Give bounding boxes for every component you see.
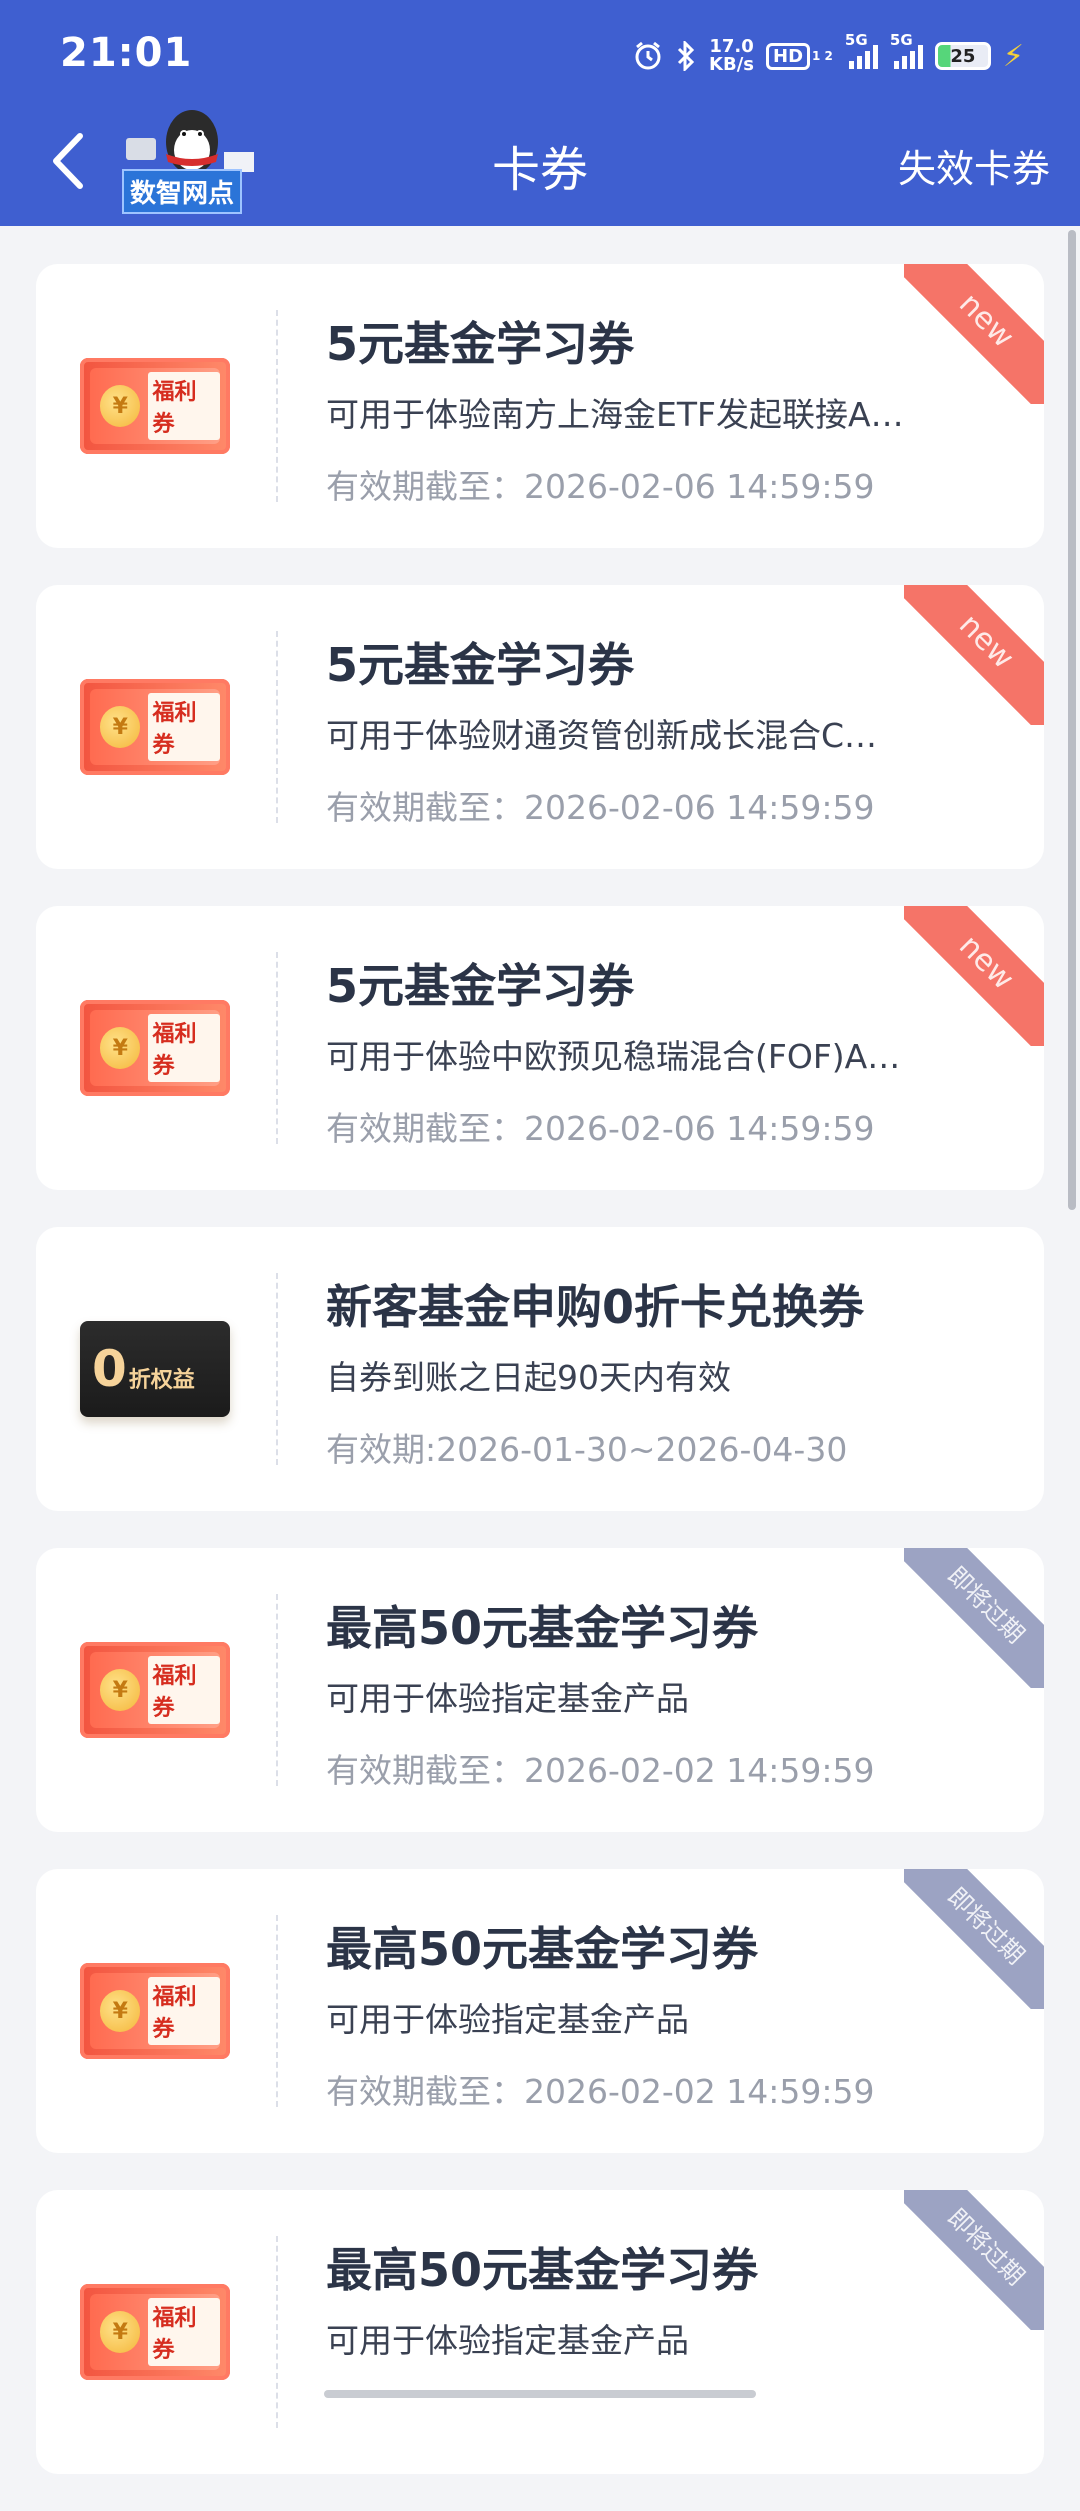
coupon-title: 5元基金学习券: [326, 317, 635, 371]
thumb-label: 福利券: [148, 1977, 220, 2045]
coupon-description: 可用于体验南方上海金ETF发起联接A…: [326, 395, 904, 434]
new-badge: new: [904, 264, 1044, 404]
corner-ribbon: new: [904, 585, 1044, 725]
coupon-description: 可用于体验财通资管创新成长混合C…: [326, 716, 878, 755]
net-speed: 17.0 KB/s: [709, 38, 754, 74]
thumb-label: 福利券: [148, 372, 220, 440]
coupon-validity: 有效期截至：2026-02-06 14:59:59: [326, 467, 875, 506]
signal-2-label: 5G: [889, 31, 913, 49]
expiring-badge: 即将过期: [904, 1869, 1044, 2009]
coupon-card[interactable]: ¥ 福利券 最高50元基金学习券 可用于体验指定基金产品 有效期截至：2026-…: [36, 1869, 1044, 2153]
alarm-icon: [633, 41, 663, 71]
coupon-validity: 有效期:2026-01-30~2026-04-30: [326, 1430, 848, 1469]
new-badge: new: [904, 585, 1044, 725]
bolt-icon: ⚡: [1002, 38, 1024, 74]
coupon-validity: 有效期截至：2026-02-06 14:59:59: [326, 788, 875, 827]
corner-ribbon: new: [904, 906, 1044, 1046]
coupon-description: 可用于体验指定基金产品: [326, 2321, 689, 2360]
net-speed-unit: KB/s: [709, 54, 755, 75]
expiring-badge: 即将过期: [904, 2190, 1044, 2330]
thumb-label: 福利券: [148, 1014, 220, 1082]
coupon-validity: 有效期截至：2026-02-02 14:59:59: [326, 1751, 875, 1790]
hd-icon: HD 1 2: [766, 42, 833, 70]
corner-ribbon: 即将过期: [904, 1869, 1044, 2009]
coin-icon: ¥: [100, 1027, 141, 1069]
coupon-validity: 有效期截至：2026-02-02 14:59:59: [326, 2072, 875, 2111]
coupon-validity: 有效期截至：2026-02-06 14:59:59: [326, 1109, 875, 1148]
status-icons: 17.0 KB/s HD 1 2 5G 5G 25 ⚡: [633, 31, 1024, 74]
coupon-title: 5元基金学习券: [326, 638, 635, 692]
dashed-divider: [276, 952, 278, 1144]
coupon-title: 新客基金申购0折卡兑换券: [326, 1280, 865, 1334]
coupon-thumbnail: ¥ 福利券: [80, 2284, 230, 2380]
battery-level: 25: [950, 45, 976, 67]
coupon-title: 5元基金学习券: [326, 959, 635, 1013]
signal-icon: 5G: [845, 31, 878, 69]
coin-icon: ¥: [100, 1990, 141, 2032]
hd-label: HD: [766, 42, 811, 70]
app-header: 21:01 17.0 KB/s HD 1 2 5G 5G 25 ⚡ 数智网点 卡…: [0, 0, 1080, 226]
bluetooth-icon: [675, 41, 697, 71]
coin-icon: ¥: [100, 706, 141, 748]
thumb-label: 福利券: [148, 1656, 220, 1724]
coupon-list: ¥ 福利券 5元基金学习券 可用于体验南方上海金ETF发起联接A… 有效期截至：…: [36, 264, 1044, 2511]
dashed-divider: [276, 1273, 278, 1465]
coupon-thumbnail: ¥ 福利券: [80, 1963, 230, 2059]
dashed-divider: [276, 310, 278, 502]
coupon-description: 可用于体验指定基金产品: [326, 1679, 689, 1718]
thumb-digit: 0: [92, 1340, 127, 1398]
coupon-card[interactable]: ¥ 福利券 最高50元基金学习券 可用于体验指定基金产品 即将过期: [36, 2190, 1044, 2474]
thumb-label: 福利券: [148, 693, 220, 761]
dashed-divider: [276, 1594, 278, 1786]
scrollbar[interactable]: [1068, 230, 1076, 1210]
coupon-title: 最高50元基金学习券: [326, 1601, 759, 1655]
dashed-divider: [276, 2236, 278, 2428]
hd-sub: 1 2: [812, 49, 833, 63]
corner-ribbon: 即将过期: [904, 2190, 1044, 2330]
coupon-description: 可用于体验指定基金产品: [326, 2000, 689, 2039]
coupon-thumbnail: ¥ 福利券: [80, 679, 230, 775]
dashed-divider: [276, 631, 278, 823]
expiring-badge: 即将过期: [904, 1548, 1044, 1688]
coupon-card[interactable]: ¥ 福利券 最高50元基金学习券 可用于体验指定基金产品 有效期截至：2026-…: [36, 1548, 1044, 1832]
coin-icon: ¥: [100, 1669, 141, 1711]
coupon-card[interactable]: ¥ 福利券 5元基金学习券 可用于体验财通资管创新成长混合C… 有效期截至：20…: [36, 585, 1044, 869]
expired-coupons-link[interactable]: 失效卡券: [898, 138, 1050, 193]
coupon-title: 最高50元基金学习券: [326, 1922, 759, 1976]
thumb-label: 折权益: [128, 1368, 195, 1393]
coupon-card[interactable]: ¥ 福利券 5元基金学习券 可用于体验南方上海金ETF发起联接A… 有效期截至：…: [36, 264, 1044, 548]
coupon-thumbnail: ¥ 福利券: [80, 358, 230, 454]
home-indicator[interactable]: [324, 2390, 756, 2398]
coupon-description: 可用于体验中欧预见稳瑞混合(FOF)A…: [326, 1037, 901, 1076]
new-badge: new: [904, 906, 1044, 1046]
coupon-description: 自券到账之日起90天内有效: [326, 1358, 731, 1397]
coin-icon: ¥: [100, 2311, 141, 2353]
battery-icon: 25: [934, 42, 991, 70]
coupon-card[interactable]: ¥ 福利券 5元基金学习券 可用于体验中欧预见稳瑞混合(FOF)A… 有效期截至…: [36, 906, 1044, 1190]
signal-1-label: 5G: [844, 31, 868, 49]
coupon-thumbnail: ¥ 福利券: [80, 1642, 230, 1738]
corner-ribbon: 即将过期: [904, 1548, 1044, 1688]
dashed-divider: [276, 1915, 278, 2107]
corner-ribbon: new: [904, 264, 1044, 404]
signal-icon-2: 5G: [890, 31, 923, 69]
coupon-card[interactable]: 0 折权益 新客基金申购0折卡兑换券 自券到账之日起90天内有效 有效期:202…: [36, 1227, 1044, 1511]
coin-icon: ¥: [100, 385, 141, 427]
coupon-thumbnail: 0 折权益: [80, 1321, 230, 1417]
coupon-thumbnail: ¥ 福利券: [80, 1000, 230, 1096]
coupon-title: 最高50元基金学习券: [326, 2243, 759, 2297]
status-time: 21:01: [60, 30, 193, 76]
thumb-label: 福利券: [148, 2298, 220, 2366]
